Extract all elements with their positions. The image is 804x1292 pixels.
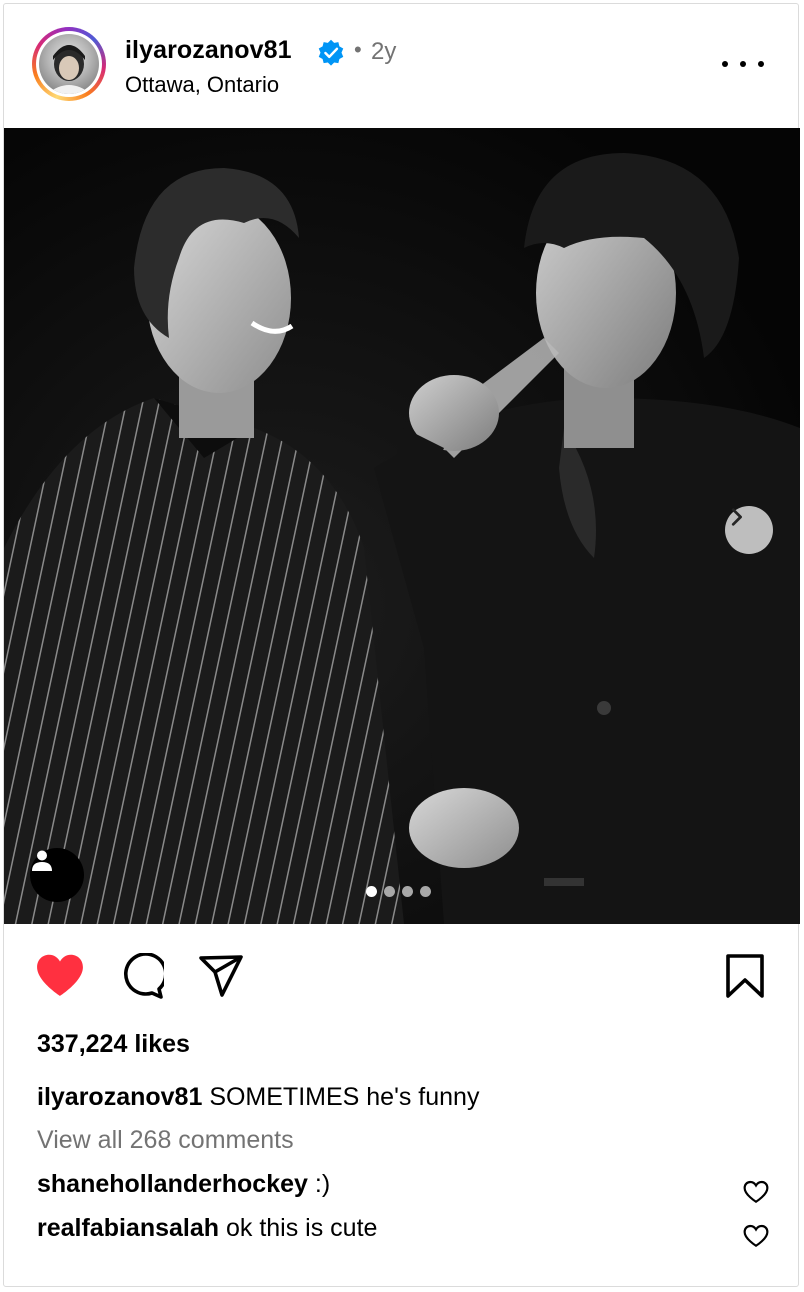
carousel-dot [420, 886, 431, 897]
carousel-dot [402, 886, 413, 897]
avatar [39, 34, 99, 94]
likes-count[interactable]: 337,224 likes [37, 1030, 190, 1059]
post-time[interactable]: 2y [371, 38, 396, 66]
comment-username[interactable]: realfabiansalah [37, 1214, 219, 1242]
post-username[interactable]: ilyarozanov81 [125, 36, 292, 65]
bookmark-icon[interactable] [725, 953, 765, 999]
caption-username[interactable]: ilyarozanov81 [37, 1083, 202, 1111]
post-caption: ilyarozanov81 SOMETIMES he's funny [37, 1083, 479, 1112]
caption-text: SOMETIMES he's funny [209, 1083, 480, 1111]
view-all-comments-link[interactable]: View all 268 comments [37, 1126, 294, 1155]
comment-item: shanehollanderhockey :) [37, 1170, 330, 1199]
comment-icon[interactable] [118, 953, 164, 999]
action-bar [4, 924, 800, 1024]
comment-username[interactable]: shanehollanderhockey [37, 1170, 308, 1198]
comment-text: :) [314, 1170, 331, 1198]
post-photo [4, 128, 800, 924]
more-horizontal-icon [722, 61, 728, 67]
post-card: ilyarozanov81 • 2y Ottawa, Ontario 337,2… [3, 3, 800, 1287]
send-icon[interactable] [198, 954, 244, 998]
post-image[interactable] [4, 128, 800, 924]
time-separator: • [354, 37, 362, 62]
comment-text: ok this is cute [225, 1214, 378, 1242]
comment-like-heart-icon[interactable] [743, 1180, 769, 1204]
story-ring[interactable] [32, 27, 106, 101]
carousel-next-button[interactable] [725, 506, 773, 554]
carousel-dot [384, 886, 395, 897]
carousel-dot-active [366, 886, 377, 897]
post-location[interactable]: Ottawa, Ontario [125, 72, 279, 98]
carousel-indicator [366, 886, 431, 897]
comment-item: realfabiansalah ok this is cute [37, 1214, 377, 1243]
verified-badge-icon [318, 39, 344, 66]
comment-like-heart-icon[interactable] [743, 1224, 769, 1248]
chevron-right-icon [731, 508, 742, 526]
post-header: ilyarozanov81 • 2y Ottawa, Ontario [4, 4, 800, 128]
heart-filled-icon[interactable] [35, 953, 85, 997]
tagged-users-button[interactable] [30, 848, 84, 902]
user-icon [32, 850, 52, 871]
more-options-button[interactable] [722, 52, 764, 76]
